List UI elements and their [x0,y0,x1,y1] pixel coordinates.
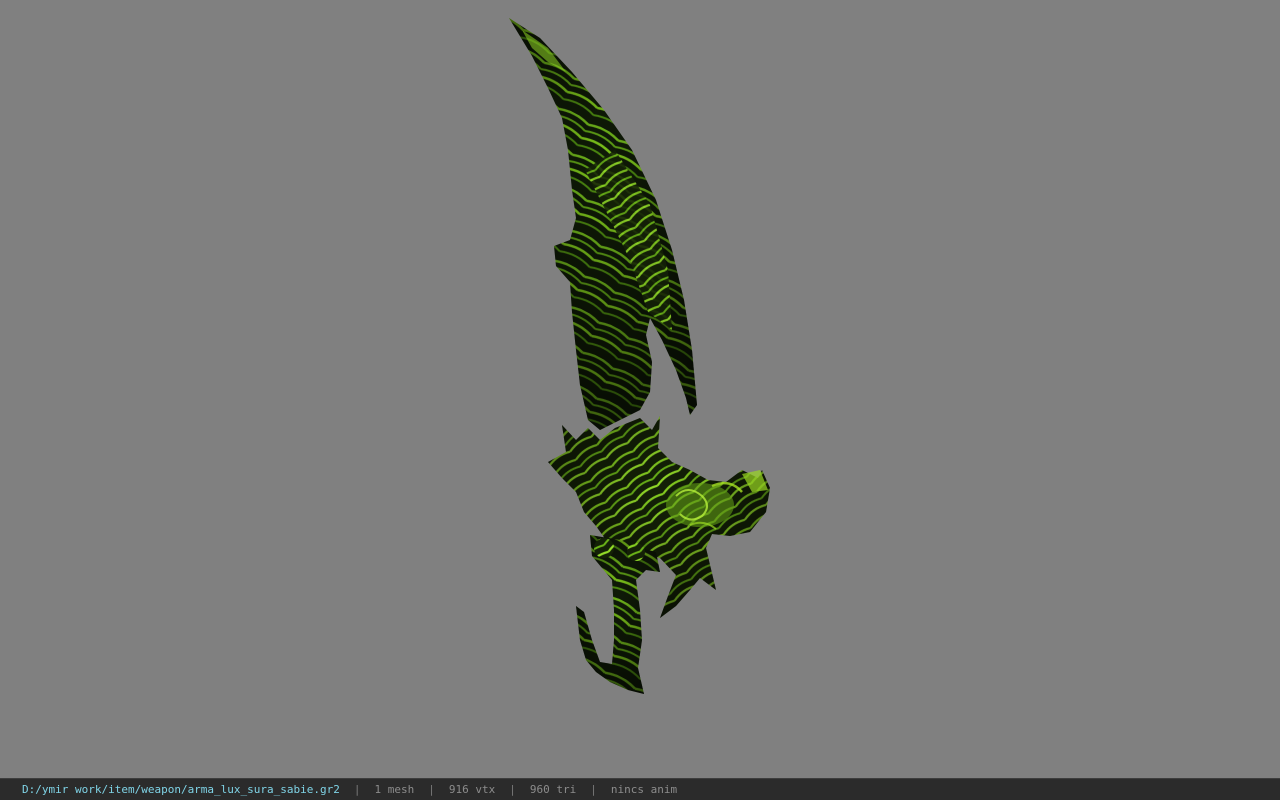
separator: | [353,783,361,796]
mesh-count: 1 mesh [374,783,415,796]
separator: | [428,783,435,796]
triangle-count: 960 tri [529,783,577,796]
animation-status: nincs anim [610,783,678,796]
guard [548,416,770,618]
status-bar: D:/ymir work/item/weapon/arma_lux_sura_s… [0,778,1280,800]
handle [576,535,660,694]
vertex-count: 916 vtx [448,783,496,796]
separator: | [590,783,597,796]
file-path: D:/ymir work/item/weapon/arma_lux_sura_s… [22,783,340,796]
sword-model[interactable] [0,0,1280,778]
model-viewport[interactable] [0,0,1280,778]
blade [509,18,697,430]
separator: | [509,783,516,796]
